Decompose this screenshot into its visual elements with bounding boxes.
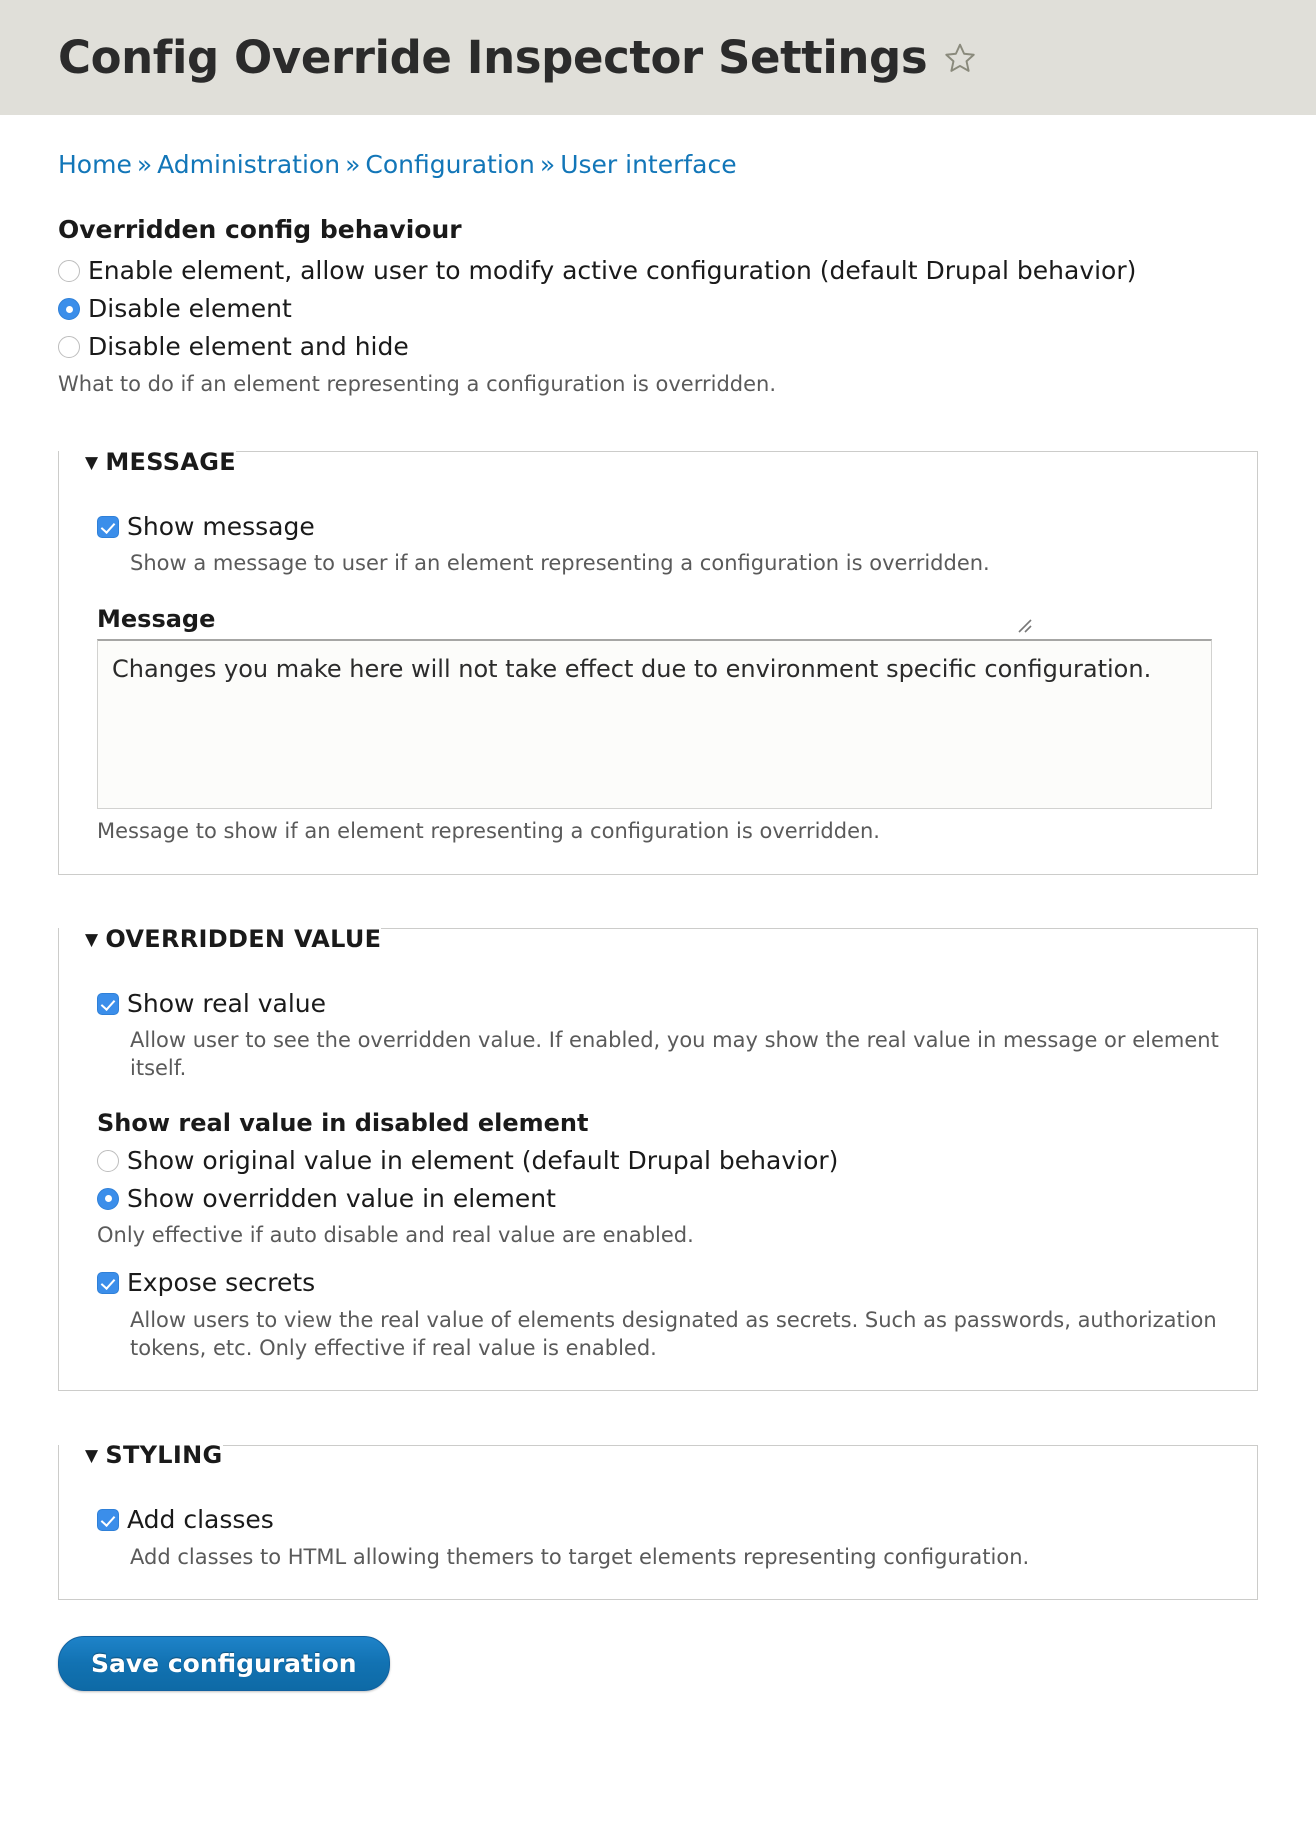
message-textarea[interactable]: Changes you make here will not take effe…: [97, 639, 1212, 810]
checkbox-label: Add classes: [127, 1505, 274, 1535]
checkbox-label: Show message: [127, 511, 315, 541]
radio-indicator-selected[interactable]: [97, 1187, 119, 1210]
radio-option-label: Show original value in element (default …: [127, 1145, 839, 1175]
save-configuration-button[interactable]: Save configuration: [58, 1635, 390, 1692]
checkbox-label: Expose secrets: [127, 1268, 316, 1298]
breadcrumb-item-user-interface[interactable]: User interface: [560, 150, 736, 179]
breadcrumb-separator: »: [539, 150, 556, 180]
checkbox-indicator-checked[interactable]: [97, 1509, 119, 1532]
checkbox-show-message[interactable]: Show message: [97, 511, 1231, 542]
message-legend-label: MESSAGE: [105, 447, 236, 476]
overridden-value-panel-body: Show real value Allow user to see the ov…: [59, 953, 1257, 1363]
checkbox-add-classes[interactable]: Add classes: [97, 1504, 1231, 1535]
checkbox-indicator-checked[interactable]: [97, 515, 119, 538]
show-real-value-in-disabled-element-description: Only effective if auto disable and real …: [97, 1223, 694, 1248]
overridden-value-fieldset: ▼ OVERRIDDEN VALUE Show real value Allow …: [58, 904, 1258, 1392]
message-field-description: Message to show if an element representi…: [97, 819, 880, 844]
radio-option-show-original-value[interactable]: Show original value in element (default …: [97, 1145, 1231, 1176]
behaviour-group-label: Overridden config behaviour: [58, 214, 462, 244]
radio-option-label: Disable element: [88, 294, 292, 323]
page-title-text: Config Override Inspector Settings: [58, 31, 928, 84]
expose-secrets-description: Allow users to view the real value of el…: [130, 1307, 1217, 1360]
show-message-description: Show a message to user if an element rep…: [130, 551, 990, 576]
behaviour-description: What to do if an element representing a …: [58, 371, 777, 396]
message-field-label: Message: [97, 605, 216, 634]
star-outline-icon[interactable]: [943, 41, 977, 75]
checkbox-expose-secrets[interactable]: Expose secrets: [97, 1267, 1231, 1298]
message-panel-body: Show message Show a message to user if a…: [59, 476, 1257, 846]
page-title: Config Override Inspector Settings: [58, 34, 1316, 81]
chevron-down-icon[interactable]: ▼: [85, 1446, 98, 1466]
breadcrumb-item-administration[interactable]: Administration: [157, 150, 340, 179]
radio-indicator[interactable]: [58, 336, 80, 359]
radio-option-label: Enable element, allow user to modify act…: [88, 255, 1137, 285]
show-real-value-description: Allow user to see the overridden value. …: [130, 1028, 1219, 1081]
checkbox-label: Show real value: [127, 988, 327, 1018]
overridden-value-fieldset-legend[interactable]: ▼ OVERRIDDEN VALUE: [59, 905, 381, 953]
message-fieldset: ▼ MESSAGE Show message Show a message to …: [58, 427, 1258, 875]
radio-indicator[interactable]: [97, 1149, 119, 1172]
checkbox-show-real-value[interactable]: Show real value: [97, 988, 1231, 1019]
chevron-down-icon[interactable]: ▼: [85, 930, 98, 950]
message-fieldset-legend[interactable]: ▼ MESSAGE: [59, 428, 236, 476]
checkbox-indicator-checked[interactable]: [97, 1272, 119, 1295]
page-content: Home» Administration» Configuration» User i…: [0, 115, 1316, 1731]
form-actions: Save configuration: [58, 1635, 1258, 1732]
radio-option-label: Show overridden value in element: [127, 1183, 556, 1213]
radio-option-show-overridden-value[interactable]: Show overridden value in element: [97, 1183, 1231, 1214]
breadcrumb-item-home[interactable]: Home: [58, 150, 132, 179]
styling-panel-body: Add classes Add classes to HTML allowing…: [59, 1469, 1257, 1571]
styling-fieldset: ▼ STYLING Add classes Add classes to HTML…: [58, 1421, 1258, 1600]
show-real-value-in-disabled-element-label: Show real value in disabled element: [97, 1108, 589, 1137]
page-header: Config Override Inspector Settings: [0, 0, 1316, 116]
breadcrumb: Home» Administration» Configuration» User i…: [58, 115, 1258, 179]
radio-option-enable-element[interactable]: Enable element, allow user to modify act…: [58, 255, 1258, 286]
breadcrumb-separator: »: [345, 150, 361, 180]
radio-option-disable-element-and-hide[interactable]: Disable element and hide: [58, 331, 1258, 362]
radio-indicator[interactable]: [58, 259, 80, 282]
breadcrumb-separator: »: [136, 150, 153, 180]
styling-fieldset-legend[interactable]: ▼ STYLING: [59, 1421, 223, 1469]
overridden-value-legend-label: OVERRIDDEN VALUE: [105, 924, 382, 953]
add-classes-description: Add classes to HTML allowing themers to …: [130, 1544, 1030, 1569]
breadcrumb-item-configuration[interactable]: Configuration: [365, 150, 535, 179]
checkbox-indicator-checked[interactable]: [97, 992, 119, 1015]
styling-legend-label: STYLING: [105, 1441, 223, 1470]
overridden-config-behaviour-group: Overridden config behaviour Enable eleme…: [58, 215, 1258, 398]
chevron-down-icon[interactable]: ▼: [85, 453, 98, 473]
radio-option-disable-element[interactable]: Disable element: [58, 293, 1258, 324]
radio-option-label: Disable element and hide: [88, 332, 409, 362]
radio-indicator-selected[interactable]: [58, 298, 80, 320]
